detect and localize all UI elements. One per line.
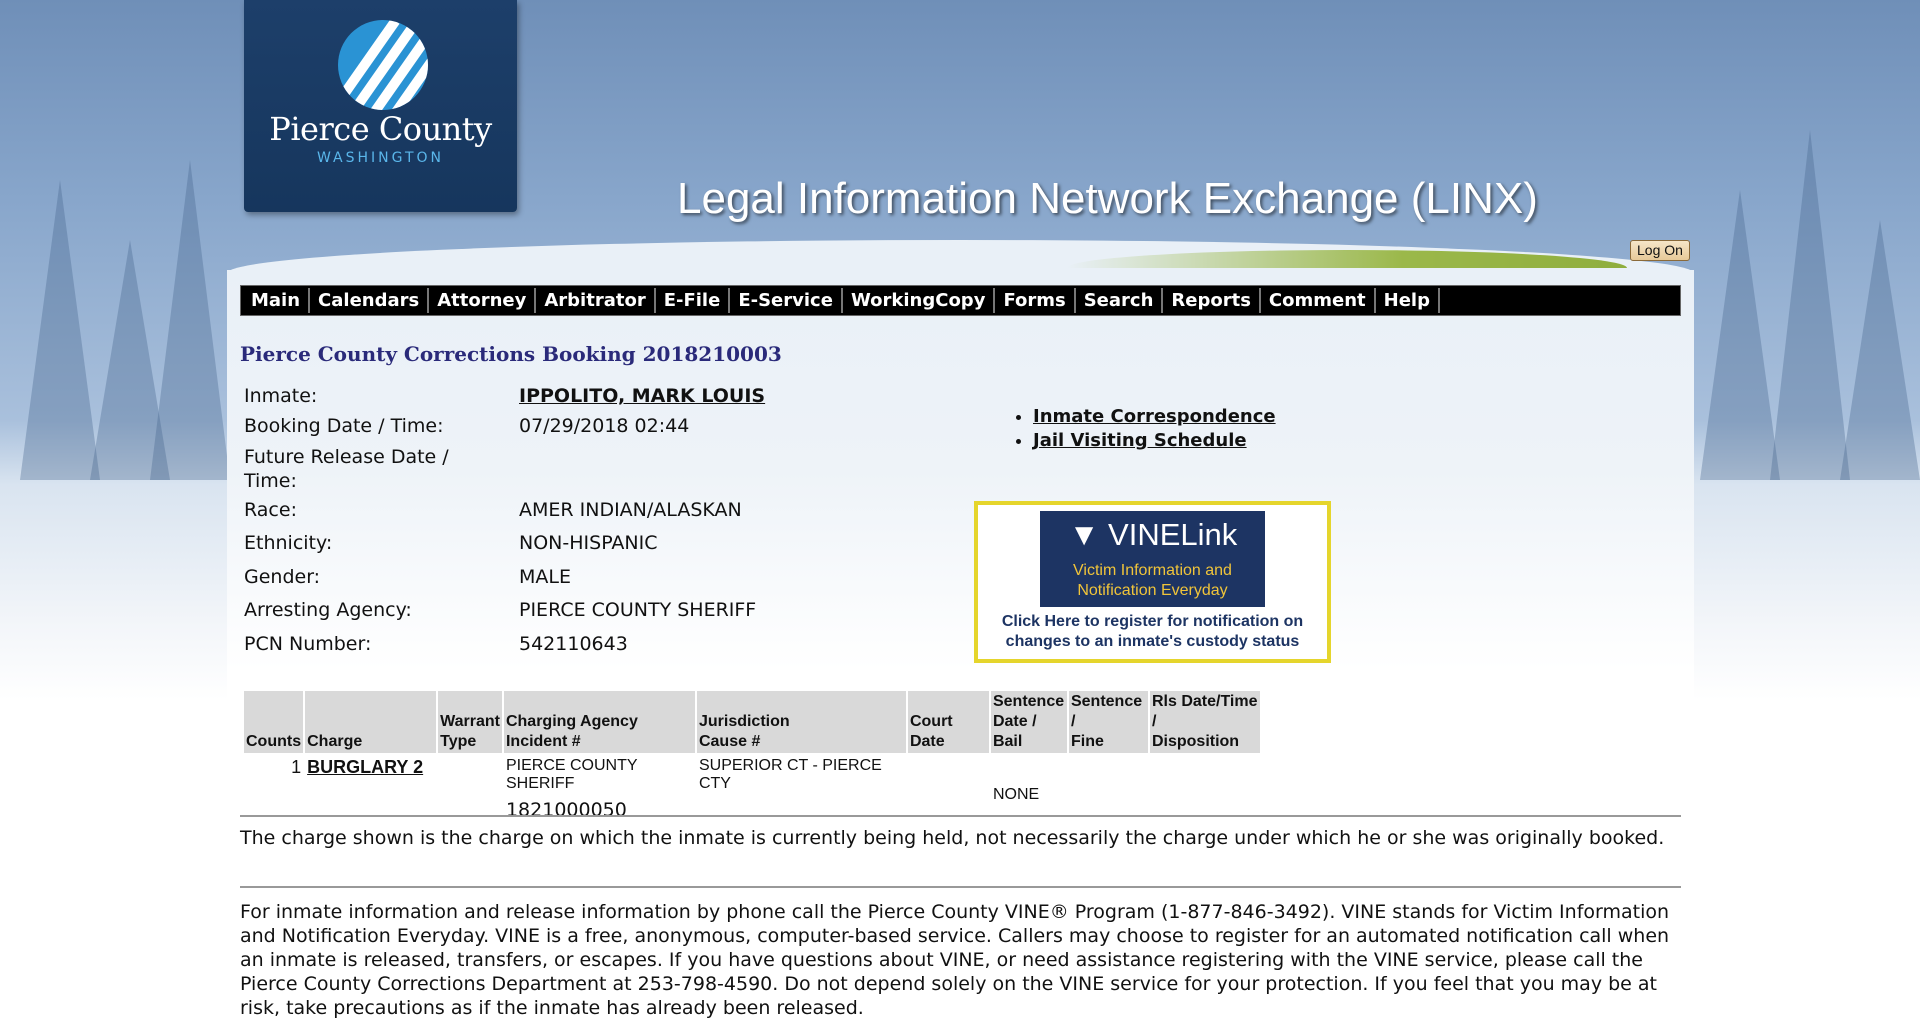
jail-visiting-schedule-link[interactable]: Jail Visiting Schedule xyxy=(1033,430,1247,451)
detail-value: PIERCE COUNTY SHERIFF xyxy=(519,599,757,621)
nav-item-e-service[interactable]: E-Service xyxy=(730,288,843,313)
inmate-name-link[interactable]: IPPOLITO, MARK LOUIS xyxy=(519,385,765,407)
detail-row-arresting-agency: Arresting Agency: PIERCE COUNTY SHERIFF xyxy=(244,599,819,633)
detail-row-ethnicity: Ethnicity: NON-HISPANIC xyxy=(244,532,819,566)
vine-shield-icon: ▼ xyxy=(1068,517,1100,552)
col-warrant-type: Warrant Type xyxy=(438,691,502,753)
cell-warrant-type xyxy=(438,755,502,823)
cell-fine xyxy=(1069,755,1148,823)
detail-value: MALE xyxy=(519,566,571,588)
nav-item-forms[interactable]: Forms xyxy=(995,288,1076,313)
divider xyxy=(240,886,1681,888)
nav-item-attorney[interactable]: Attorney xyxy=(429,288,537,313)
detail-label: Race: xyxy=(244,499,297,521)
nav-item-main[interactable]: Main xyxy=(243,288,311,313)
charge-note: The charge shown is the charge on which … xyxy=(240,827,1665,849)
divider xyxy=(240,815,1681,817)
detail-value: 07/29/2018 02:44 xyxy=(519,415,690,437)
detail-row-inmate: Inmate: IPPOLITO, MARK LOUIS xyxy=(244,385,819,415)
cell-agency: PIERCE COUNTY SHERIFF xyxy=(505,757,638,792)
detail-label: Future Release Date / Time: xyxy=(244,446,449,492)
charge-link[interactable]: BURGLARY 2 xyxy=(307,757,423,777)
col-counts: Counts xyxy=(244,691,304,753)
col-court-date: Court Date xyxy=(907,691,989,753)
nav-item-arbitrator[interactable]: Arbitrator xyxy=(536,288,656,313)
vinelink-cta: Click Here to register for notification … xyxy=(1001,613,1304,650)
site-title: Legal Information Network Exchange (LINX… xyxy=(677,174,1538,223)
col-charging-agency: Charging Agency Incident # xyxy=(503,691,695,753)
main-nav: Main Calendars Attorney Arbitrator E-Fil… xyxy=(240,285,1681,316)
mountain-emblem-icon xyxy=(338,20,428,110)
inmate-correspondence-link[interactable]: Inmate Correspondence xyxy=(1033,406,1276,427)
logo-title: Pierce County xyxy=(269,110,492,148)
detail-value xyxy=(519,445,819,499)
detail-label: Arresting Agency: xyxy=(244,599,412,621)
detail-row-release-date: Future Release Date / Time: xyxy=(244,445,819,499)
list-item: Inmate Correspondence xyxy=(1033,405,1276,429)
nav-item-workingcopy[interactable]: WorkingCopy xyxy=(843,288,996,313)
detail-label: Inmate: xyxy=(244,385,318,407)
booking-title: Pierce County Corrections Booking 201821… xyxy=(240,342,782,366)
cell-counts: 1 xyxy=(291,757,302,777)
detail-value: AMER INDIAN/ALASKAN xyxy=(519,499,742,521)
cell-incident: 1821000050 xyxy=(505,799,627,821)
table-header-row: Counts Charge Warrant Type Charging Agenc… xyxy=(244,691,1260,753)
detail-label: Ethnicity: xyxy=(244,532,333,554)
detail-label: Booking Date / Time: xyxy=(244,415,444,437)
detail-label: Gender: xyxy=(244,566,321,588)
detail-row-gender: Gender: MALE xyxy=(244,566,819,599)
detail-row-race: Race: AMER INDIAN/ALASKAN xyxy=(244,499,819,532)
site-header: Pierce County WASHINGTON Legal Informati… xyxy=(227,0,1694,280)
inmate-links-list: Inmate Correspondence Jail Visiting Sche… xyxy=(1011,405,1276,453)
detail-value: 542110643 xyxy=(519,633,628,655)
log-on-button[interactable]: Log On xyxy=(1630,240,1690,261)
col-sentence-bail: Sentence Date / Bail xyxy=(990,691,1067,753)
cell-jurisdiction: SUPERIOR CT - PIERCE CTY xyxy=(698,757,882,792)
pierce-county-logo[interactable]: Pierce County WASHINGTON xyxy=(244,0,517,212)
detail-label: PCN Number: xyxy=(244,633,372,655)
charges-table: Counts Charge Warrant Type Charging Agenc… xyxy=(242,689,1262,825)
nav-item-help[interactable]: Help xyxy=(1376,288,1440,313)
nav-item-comment[interactable]: Comment xyxy=(1261,288,1376,313)
col-jurisdiction: Jurisdiction Cause # xyxy=(696,691,906,753)
nav-item-calendars[interactable]: Calendars xyxy=(310,288,430,313)
vinelink-logo-panel: ▼ VINELink Victim Information and Notifi… xyxy=(1040,511,1265,607)
page-container: Pierce County WASHINGTON Legal Informati… xyxy=(227,0,1694,1020)
nav-item-reports[interactable]: Reports xyxy=(1163,288,1261,313)
col-sentence-fine: Sentence / Fine xyxy=(1068,691,1148,753)
nav-item-search[interactable]: Search xyxy=(1076,288,1164,313)
detail-row-pcn: PCN Number: 542110643 xyxy=(244,633,819,663)
col-release-disposition: Rls Date/Time / Disposition xyxy=(1149,691,1260,753)
col-charge: Charge xyxy=(305,691,437,753)
vinelink-banner[interactable]: ▼ VINELink Victim Information and Notifi… xyxy=(974,501,1331,663)
booking-details: Inmate: IPPOLITO, MARK LOUIS Booking Dat… xyxy=(244,385,819,663)
vine-info-text: For inmate information and release infor… xyxy=(240,901,1670,1019)
vinelink-logo: ▼ VINELink xyxy=(1068,517,1238,552)
cell-bail: NONE xyxy=(992,786,1040,803)
detail-value: NON-HISPANIC xyxy=(519,532,658,554)
main-content: Main Calendars Attorney Arbitrator E-Fil… xyxy=(227,270,1694,1020)
logo-subtitle: WASHINGTON xyxy=(316,150,445,166)
nav-item-e-file[interactable]: E-File xyxy=(656,288,731,313)
vinelink-tagline: Victim Information and Notification Ever… xyxy=(1073,562,1232,599)
table-row: 1 BURGLARY 2 PIERCE COUNTY SHERIFF 18210… xyxy=(244,755,1260,823)
cell-disposition xyxy=(1150,755,1260,823)
list-item: Jail Visiting Schedule xyxy=(1033,429,1276,453)
cell-court-date xyxy=(908,755,989,823)
detail-row-booking-date: Booking Date / Time: 07/29/2018 02:44 xyxy=(244,415,819,445)
